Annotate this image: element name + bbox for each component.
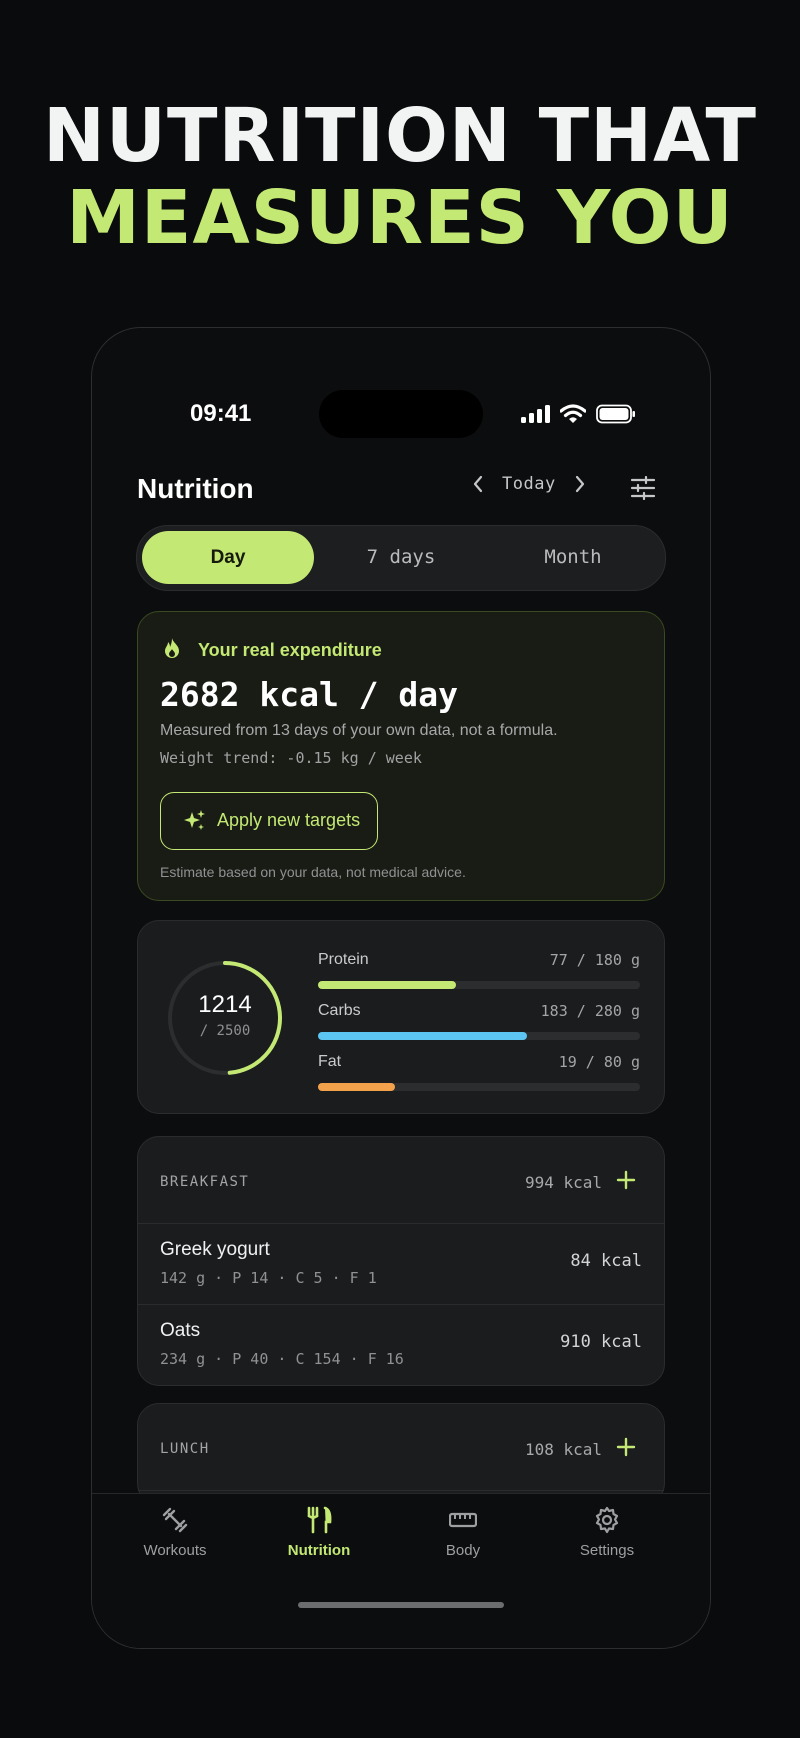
macro-name: Carbs [318, 1002, 361, 1019]
food-kcal: 84 kcal [570, 1251, 642, 1271]
macro-value: 183 / 280 g [540, 1002, 640, 1020]
calories-consumed: 1214 [198, 991, 252, 1018]
food-kcal: 910 kcal [560, 1332, 642, 1352]
macro-track [318, 981, 640, 989]
meal-name: BREAKFAST [160, 1174, 250, 1190]
macro-fill [318, 981, 457, 989]
sliders-icon[interactable] [630, 476, 656, 500]
meal-header: LUNCH 108 kcal [138, 1404, 664, 1491]
meal-name: LUNCH [160, 1441, 210, 1457]
date-navigator: Today [472, 474, 586, 494]
segment-month[interactable]: Month [487, 531, 659, 584]
macro-fill [318, 1083, 396, 1091]
ruler-icon [449, 1512, 477, 1528]
meal-kcal: 108 kcal [524, 1440, 602, 1459]
segment-day[interactable]: Day [142, 531, 314, 584]
meal-kcal: 994 kcal [524, 1173, 602, 1192]
meal-header: BREAKFAST 994 kcal [138, 1137, 664, 1224]
food-name: Greek yogurt [160, 1239, 270, 1260]
segment-7-days[interactable]: 7 days [315, 531, 487, 584]
signal-icon [521, 405, 550, 423]
tab-label: Settings [579, 1542, 635, 1559]
macro-track [318, 1032, 640, 1040]
macro-track [318, 1083, 640, 1091]
tab-label: Nutrition [287, 1542, 351, 1559]
sparkle-icon [184, 810, 205, 830]
headline: NUTRITION THAT MEASURES YOU [0, 95, 800, 259]
apply-targets-button[interactable]: Apply new targets [160, 792, 378, 850]
fork-knife-icon [307, 1506, 332, 1534]
weight-trend: Weight trend: -0.15 kg / week [160, 749, 422, 767]
tab-label: Workouts [143, 1542, 207, 1559]
food-name: Oats [160, 1320, 201, 1341]
chevron-left-icon[interactable] [472, 475, 484, 493]
food-detail: 142 g · P 14 · C 5 · F 1 [160, 1269, 377, 1287]
dumbbell-icon [162, 1507, 188, 1533]
apply-targets-label: Apply new targets [217, 810, 361, 830]
gear-icon [595, 1506, 619, 1534]
expenditure-kcal: 2682 kcal / day [160, 675, 459, 714]
macro-name: Protein [318, 951, 369, 968]
chevron-right-icon[interactable] [574, 475, 586, 493]
food-row[interactable]: Greek yogurt 142 g · P 14 · C 5 · F 1 84… [138, 1224, 664, 1305]
calories-goal: / 2500 [199, 1023, 251, 1039]
expenditure-card: Your real expenditure 2682 kcal / day Me… [137, 611, 665, 901]
tab-bar: Workouts Nutrition Body Settings [92, 1493, 710, 1648]
page-title: Nutrition [137, 473, 254, 504]
phone-frame: 09:41 Nutrition Today Day 7 days Month Y… [91, 327, 711, 1649]
plus-icon[interactable] [616, 1170, 636, 1190]
flame-icon [165, 638, 179, 658]
status-icons [520, 404, 636, 424]
meal-breakfast: BREAKFAST 994 kcal Greek yogurt 142 g · … [137, 1136, 665, 1386]
macro-name: Fat [318, 1053, 342, 1070]
macros-card: 1214 / 2500 Protein 77 / 180 g Carbs 183… [137, 920, 665, 1114]
home-indicator [298, 1602, 504, 1608]
macro-value: 19 / 80 g [558, 1053, 640, 1071]
macro-value: 77 / 180 g [549, 951, 640, 969]
macro-fill [318, 1032, 528, 1040]
food-detail: 234 g · P 40 · C 154 · F 16 [160, 1350, 404, 1368]
date-label[interactable]: Today [502, 474, 556, 494]
food-row[interactable]: Oats 234 g · P 40 · C 154 · F 16 910 kca… [138, 1305, 664, 1385]
battery-icon [596, 404, 635, 424]
headline-line-1: NUTRITION THAT [42, 93, 758, 179]
dynamic-island [319, 390, 483, 438]
wifi-icon [560, 404, 586, 423]
expenditure-title: Your real expenditure [198, 640, 382, 660]
plus-icon[interactable] [616, 1437, 636, 1457]
expenditure-measured-text: Measured from 13 days of your own data, … [160, 722, 558, 739]
status-time: 09:41 [190, 400, 252, 427]
tab-label: Body [445, 1542, 481, 1559]
meal-lunch: LUNCH 108 kcal [137, 1403, 665, 1505]
disclaimer-text: Estimate based on your data, not medical… [160, 864, 466, 880]
headline-line-2: MEASURES YOU [66, 175, 734, 261]
period-segmented-control: Day 7 days Month [136, 525, 666, 591]
